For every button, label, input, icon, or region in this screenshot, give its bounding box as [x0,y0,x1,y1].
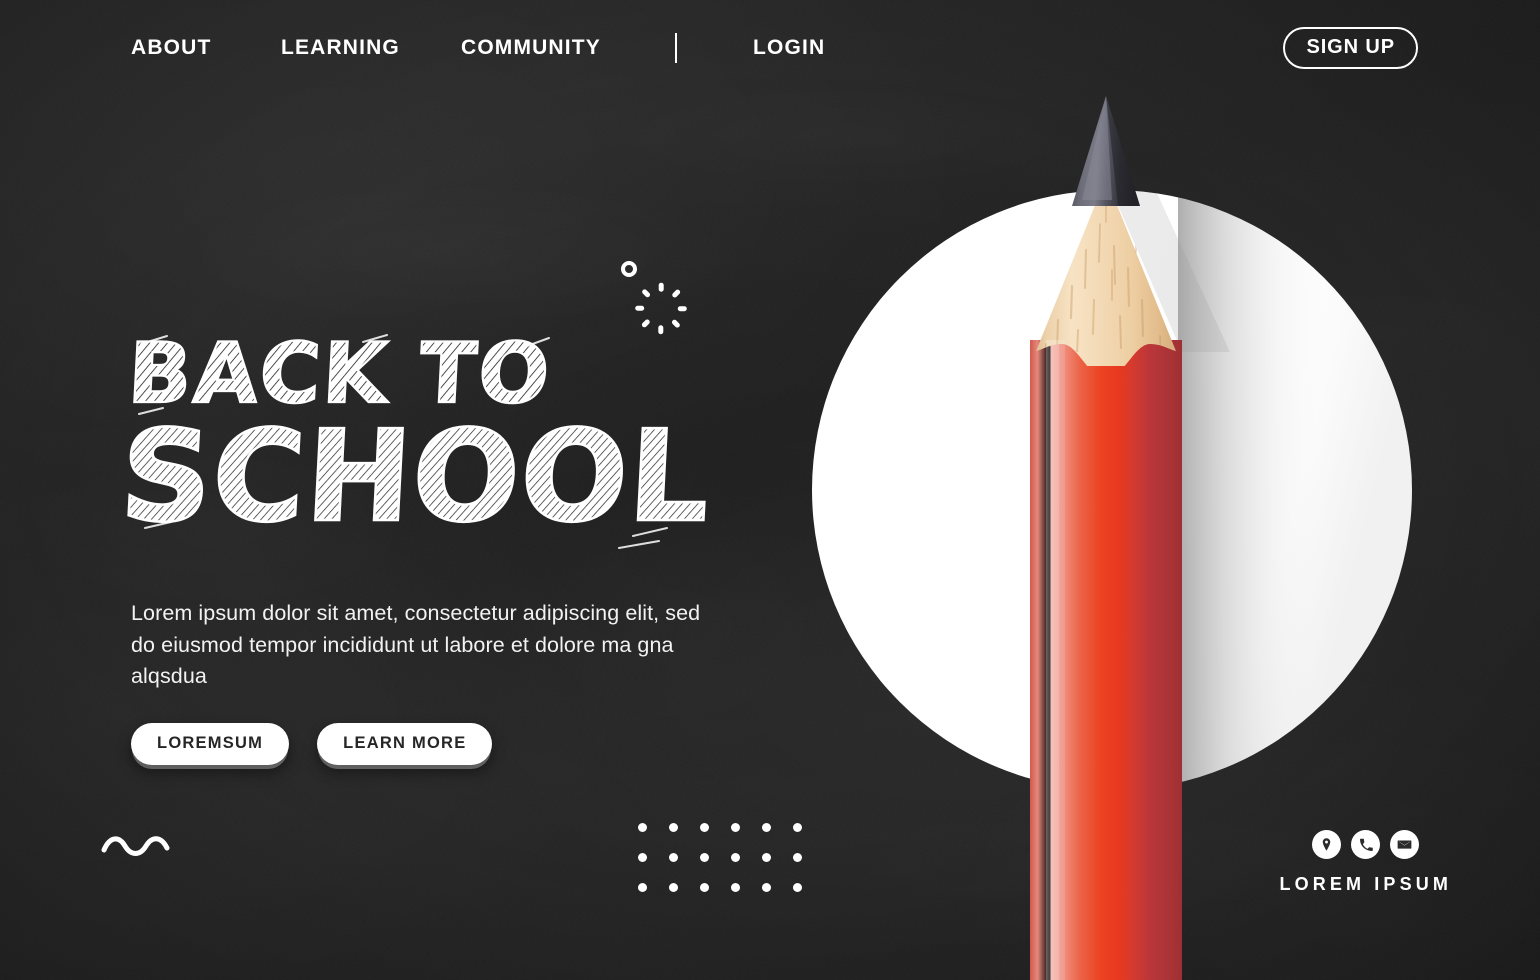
nav-divider [675,32,677,63]
cta-button-group: LOREMSUM LEARN MORE [131,722,771,765]
hero-section: BACK TO BACK TO SCHOOL SCHOOL Lorem ipsu… [116,322,771,765]
svg-text:SCHOOL: SCHOOL [117,403,714,550]
circle-outline-decoration [621,261,637,277]
dot-grid-decoration [638,823,824,913]
envelope-icon[interactable] [1390,830,1420,859]
page-root: ABOUT LEARNING COMMUNITY LOGIN SIGN UP B… [0,0,1540,980]
nav-links-group: ABOUT LEARNING COMMUNITY LOGIN [131,32,825,63]
wave-squiggle-decoration [100,833,172,859]
nav-link-community[interactable]: COMMUNITY [461,36,675,60]
nav-link-learning[interactable]: LEARNING [281,36,461,60]
cta-learn-more-button[interactable]: LEARN MORE [317,722,493,765]
phone-icon[interactable] [1351,830,1381,859]
headline-line-2: SCHOOL SCHOOL [116,402,715,551]
location-pin-icon[interactable] [1312,830,1342,859]
top-navigation: ABOUT LEARNING COMMUNITY LOGIN SIGN UP [0,0,1540,95]
page-title: BACK TO BACK TO SCHOOL SCHOOL [116,322,771,584]
cta-loremsum-button[interactable]: LOREMSUM [131,722,290,765]
contact-label: LOREM IPSUM [1279,874,1452,894]
contact-icons-group [1279,830,1452,859]
hero-description: Lorem ipsum dolor sit amet, consectetur … [131,601,701,689]
sign-up-button[interactable]: SIGN UP [1283,26,1418,69]
contact-block: LOREM IPSUM [1279,830,1452,895]
sunburst-icon [635,281,687,335]
nav-link-login[interactable]: LOGIN [753,36,825,60]
nav-link-about[interactable]: ABOUT [131,36,281,60]
